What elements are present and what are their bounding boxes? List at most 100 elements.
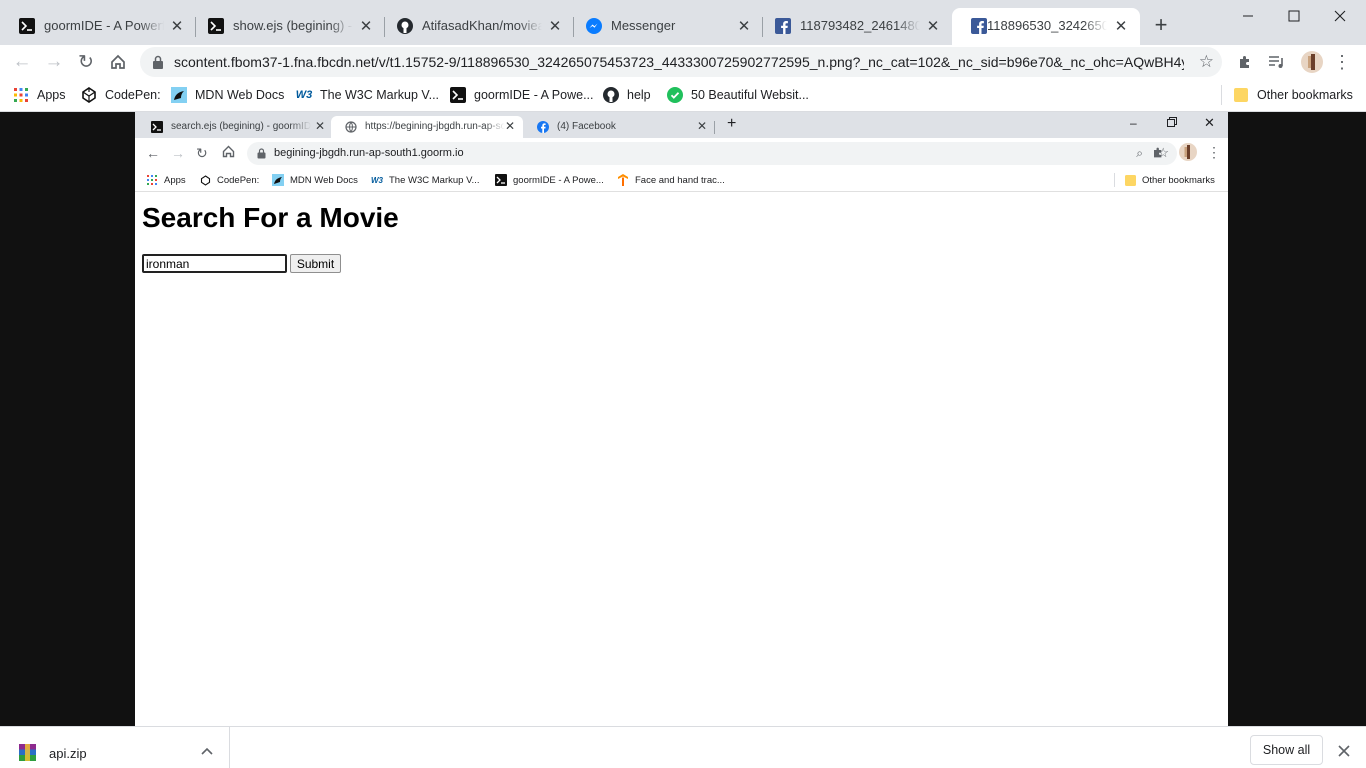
outer-tab-5[interactable]: 118793482_246148003 ✕ [756, 8, 952, 45]
github-icon [397, 18, 413, 34]
close-window-button[interactable] [1317, 0, 1363, 32]
home-icon[interactable] [105, 50, 131, 74]
close-icon[interactable]: ✕ [697, 119, 707, 133]
bookmark-label: Apps [37, 88, 66, 102]
bookmark-codepen[interactable]: CodePen: [199, 174, 259, 186]
bookmark-w3c[interactable]: W3 The W3C Markup V... [371, 174, 479, 186]
new-tab-button[interactable]: + [727, 115, 736, 133]
inner-tab-2-active[interactable]: https://begining-jbgdh.run-ap-south1 ✕ [331, 116, 523, 138]
tab-divider [714, 121, 715, 134]
inner-bookmarks-bar: Apps CodePen: MDN Web Docs W3 The W3C Ma… [135, 168, 1228, 192]
outer-tab-2[interactable]: show.ejs (begining) - goormIDE ✕ [189, 8, 385, 45]
bookmarks-divider [1221, 85, 1222, 105]
outer-bookmarks-bar: Apps CodePen: MDN Web Docs W3 The W3C Ma… [0, 79, 1366, 112]
bookmark-apps[interactable]: Apps [146, 174, 186, 186]
w3c-icon: W3 [371, 175, 383, 185]
bookmark-label: MDN Web Docs [290, 174, 358, 186]
bookmark-help[interactable]: help [603, 85, 651, 105]
home-icon[interactable] [222, 145, 235, 161]
back-arrow-icon[interactable]: ← [146, 145, 160, 161]
bookmark-w3c[interactable]: W3 The W3C Markup V... [296, 85, 439, 105]
outer-tab-title: show.ejs (begining) - goormIDE [233, 18, 353, 33]
facebook-icon [971, 18, 987, 34]
close-icon[interactable]: ✕ [924, 17, 942, 35]
tensorflow-icon [617, 174, 629, 186]
terminal-icon [19, 18, 35, 34]
extensions-puzzle-icon[interactable] [1152, 146, 1165, 162]
outer-tab-6-active[interactable]: 118896530_324265075 ✕ [952, 8, 1140, 45]
bookmark-other-folder[interactable]: Other bookmarks [1124, 174, 1215, 186]
inner-tab-title: search.ejs (begining) - goormIDE [171, 121, 311, 132]
extensions-puzzle-icon[interactable] [1233, 51, 1257, 73]
terminal-icon [151, 121, 163, 133]
inner-toolbar: ← → ↻ begining-jbgdh.run-ap-south1.goorm… [135, 138, 1228, 168]
inner-tab-1[interactable]: search.ejs (begining) - goormIDE ✕ [137, 116, 333, 138]
media-playlist-icon[interactable] [1265, 51, 1289, 73]
close-icon[interactable]: ✕ [505, 119, 515, 133]
back-arrow-icon[interactable]: ← [9, 50, 35, 74]
inner-browser-window: search.ejs (begining) - goormIDE ✕ https… [135, 112, 1228, 726]
messenger-icon [586, 18, 602, 34]
facebook-icon [537, 121, 549, 133]
minimize-button[interactable]: – [1130, 116, 1137, 130]
page-title: Search For a Movie [142, 202, 399, 233]
globe-icon [345, 121, 357, 133]
bookmark-mdn[interactable]: MDN Web Docs [272, 174, 358, 186]
bookmark-label: goormIDE - A Powe... [474, 88, 594, 102]
address-bar[interactable]: begining-jbgdh.run-ap-south1.goorm.io ⌕ … [247, 142, 1177, 165]
new-tab-button[interactable]: + [1150, 12, 1172, 37]
bookmark-goormide[interactable]: goormIDE - A Powe... [450, 85, 594, 105]
terminal-icon [450, 87, 466, 103]
menu-kebab-icon[interactable]: ⋮ [1330, 51, 1354, 73]
bookmark-mdn[interactable]: MDN Web Docs [171, 85, 284, 105]
bookmark-label: The W3C Markup V... [320, 88, 440, 102]
forward-arrow-icon[interactable]: → [41, 50, 67, 74]
bookmark-label: CodePen: [105, 88, 161, 102]
url-text: scontent.fbom37-1.fna.fbcdn.net/v/t1.157… [174, 54, 1184, 70]
download-item[interactable]: api.zip [0, 727, 230, 768]
outer-tab-1[interactable]: goormIDE - A Powerful ✕ [0, 8, 196, 45]
bookmark-face-hand[interactable]: Face and hand trac... [617, 174, 725, 186]
reload-icon[interactable]: ↻ [196, 145, 208, 162]
address-bar[interactable]: scontent.fbom37-1.fna.fbcdn.net/v/t1.157… [140, 47, 1222, 77]
maximize-button[interactable] [1271, 0, 1317, 32]
bookmark-apps[interactable]: Apps [13, 85, 66, 105]
close-shelf-icon[interactable] [1337, 744, 1351, 758]
bookmark-codepen[interactable]: CodePen: [81, 85, 161, 105]
close-icon[interactable]: ✕ [357, 17, 375, 35]
bookmark-label: help [627, 88, 651, 102]
inner-tab-3[interactable]: (4) Facebook ✕ [523, 116, 715, 138]
profile-avatar[interactable] [1179, 143, 1197, 164]
close-icon[interactable]: ✕ [168, 17, 186, 35]
bookmark-other-folder[interactable]: Other bookmarks [1233, 85, 1353, 105]
search-input[interactable] [142, 254, 287, 273]
profile-avatar[interactable] [1300, 51, 1324, 73]
bookmark-star-icon[interactable]: ☆ [1199, 52, 1214, 72]
bookmark-label: 50 Beautiful Websit... [691, 88, 809, 102]
close-window-button[interactable]: ✕ [1204, 115, 1215, 131]
close-icon[interactable]: ✕ [1112, 17, 1130, 35]
lock-icon [152, 55, 164, 69]
zoom-icon[interactable]: ⌕ [1136, 146, 1143, 161]
lock-icon [257, 148, 266, 159]
show-all-button[interactable]: Show all [1250, 735, 1323, 765]
download-shelf: api.zip Show all [0, 726, 1366, 768]
bookmark-goormide[interactable]: goormIDE - A Powe... [495, 174, 604, 186]
close-icon[interactable]: ✕ [546, 17, 564, 35]
apps-grid-icon [146, 174, 158, 186]
bookmark-50-beautiful[interactable]: 50 Beautiful Websit... [667, 85, 809, 105]
restore-button[interactable] [1167, 116, 1177, 130]
reload-icon[interactable]: ↻ [73, 50, 99, 74]
outer-tab-4[interactable]: Messenger ✕ [567, 8, 763, 45]
forward-arrow-icon[interactable]: → [171, 145, 185, 161]
minimize-button[interactable] [1225, 0, 1271, 32]
menu-kebab-icon[interactable]: ⋮ [1207, 144, 1221, 161]
close-icon[interactable]: ✕ [735, 17, 753, 35]
bookmark-label: goormIDE - A Powe... [513, 174, 604, 186]
chevron-up-icon[interactable] [199, 743, 215, 759]
close-icon[interactable]: ✕ [315, 119, 325, 133]
terminal-icon [208, 18, 224, 34]
outer-tab-3[interactable]: AtifasadKhan/movieapi ✕ [378, 8, 574, 45]
submit-button[interactable]: Submit [290, 254, 341, 273]
folder-icon [1124, 174, 1136, 186]
